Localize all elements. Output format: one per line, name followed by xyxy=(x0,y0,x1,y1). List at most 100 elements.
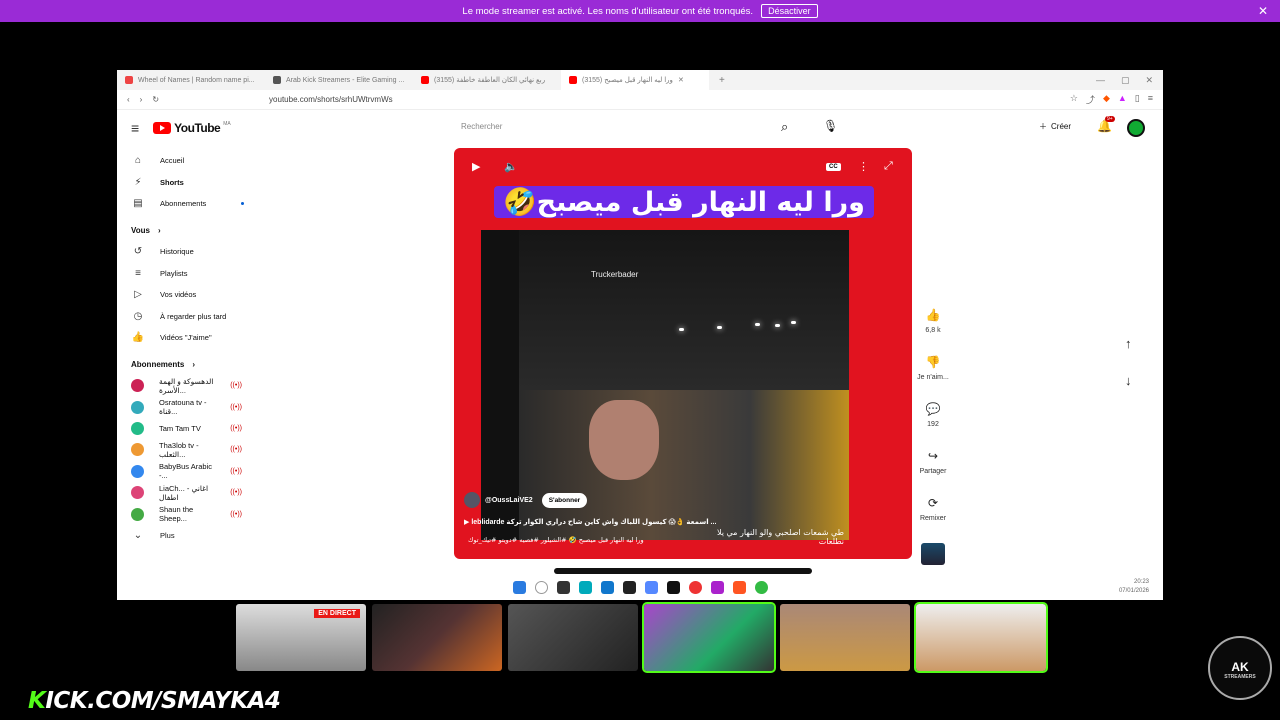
video-watermark: Truckerbader xyxy=(591,270,639,279)
comments-button[interactable]: 💬 192 xyxy=(913,402,953,449)
subscriptions-icon: ▤ xyxy=(133,197,143,209)
account-avatar[interactable] xyxy=(1127,119,1145,137)
channel-avatar[interactable] xyxy=(464,492,480,508)
tab-youtube-active[interactable]: (3155) ورا ليه النهار قبل ميصبح ✕ xyxy=(561,70,709,90)
reload-icon[interactable]: ↻ xyxy=(152,95,159,104)
url-field[interactable]: youtube.com/shorts/srhUWtrvmWs xyxy=(269,95,393,104)
chrome-icon[interactable] xyxy=(754,581,768,594)
sidebar-section-you[interactable]: Vous › xyxy=(117,220,317,241)
shorts-video-player[interactable]: ▶ 🔈 CC ⋮ ⤢ ورا ليه النهار قبل ميصبح🤣 Tru… xyxy=(454,148,912,559)
system-clock[interactable]: 20:23 07/01/2026 xyxy=(1119,578,1149,596)
arrow-up-icon[interactable]: ↑ xyxy=(1125,336,1132,351)
brave-icon[interactable] xyxy=(732,581,746,594)
sidebar-item-liked-videos[interactable]: 👍 Vidéos "J'aime" xyxy=(117,327,317,348)
tab-title: Wheel of Names | Random name pi... xyxy=(138,76,255,84)
close-icon[interactable]: ✕ xyxy=(1258,4,1268,18)
fullscreen-icon[interactable]: ⤢ xyxy=(884,160,893,173)
tab-arab-kick[interactable]: Arab Kick Streamers - Elite Gaming ... xyxy=(265,70,413,90)
subscription-item[interactable]: Shaun the Sheep... ((•)) xyxy=(117,503,317,524)
kick-channel-url: KICK.COM/SMAYKA4 xyxy=(28,688,281,714)
subscription-item[interactable]: Tam Tam TV ((•)) xyxy=(117,418,317,439)
terminal-icon[interactable] xyxy=(666,581,680,594)
subscription-item[interactable]: BabyBus Arabic -... ((•)) xyxy=(117,461,317,482)
history-icon: ↺ xyxy=(133,246,143,258)
video-song[interactable]: ورا ليه النهار قبل ميصبح 🤣 #الشيلور #فصي… xyxy=(468,536,644,544)
your-videos-icon: ▷ xyxy=(134,289,142,301)
dislike-label: Je n'aim... xyxy=(917,374,949,381)
app-icon[interactable] xyxy=(622,581,636,594)
sound-thumbnail[interactable] xyxy=(921,543,945,565)
search-icon[interactable] xyxy=(534,581,548,594)
play-icon[interactable]: ▶ xyxy=(472,160,480,173)
subscription-item[interactable]: Osratouna tv - قناة... ((•)) xyxy=(117,397,317,418)
volume-icon[interactable]: 🔈 xyxy=(504,160,518,173)
channel-handle[interactable]: @OussLaiVE2 xyxy=(485,497,533,504)
sidebar-item-playlists[interactable]: ≡ Playlists xyxy=(117,263,317,284)
plus-icon: ＋ xyxy=(1039,122,1047,131)
forward-icon[interactable]: › xyxy=(140,95,143,104)
sidebar-item-shorts[interactable]: ⚡ Shorts xyxy=(117,171,317,192)
subscribe-button[interactable]: S'abonner xyxy=(541,492,588,508)
home-icon: ⌂ xyxy=(134,155,142,167)
sidebar-item-history[interactable]: ↺ Historique xyxy=(117,241,317,262)
maximize-icon[interactable]: ▢ xyxy=(1121,75,1130,86)
subscription-item[interactable]: LiaCh... - اغاني اطفال ((•)) xyxy=(117,482,317,503)
remix-button[interactable]: ⟳ Remixer xyxy=(913,496,953,543)
tab-close-icon[interactable]: ✕ xyxy=(678,76,684,84)
start-icon[interactable] xyxy=(512,581,526,594)
new-tab-icon[interactable]: + xyxy=(709,75,735,86)
dislike-button[interactable]: 👎 Je n'aim... xyxy=(913,355,953,402)
subscription-item[interactable]: Tha3lob tv - الثعلب... ((•)) xyxy=(117,439,317,460)
disable-streamer-mode-button[interactable]: Désactiver xyxy=(761,4,818,18)
youtube-logo[interactable]: YouTube MA xyxy=(153,121,231,135)
sidebar-item-subscriptions[interactable]: ▤ Abonnements xyxy=(117,193,317,214)
search-input[interactable]: Rechercher xyxy=(461,122,502,131)
share-button[interactable]: ↪ Partager xyxy=(913,449,953,496)
tab-youtube-1[interactable]: (3155) ربع نهائي الكان العاطفة خاطفة xyxy=(413,70,561,90)
sidebar-item-more[interactable]: ⌄ Plus xyxy=(117,525,317,546)
like-button[interactable]: 👍 6,8 k xyxy=(913,308,953,355)
youtube-favicon-icon xyxy=(569,76,577,84)
channel-avatar xyxy=(131,379,144,393)
sidebar-section-subscriptions[interactable]: Abonnements › xyxy=(117,354,317,375)
channel-avatar xyxy=(131,486,144,500)
channel-avatar xyxy=(131,507,144,521)
captions-icon[interactable]: CC xyxy=(826,163,841,171)
tab-wheel-of-names[interactable]: Wheel of Names | Random name pi... xyxy=(117,70,265,90)
task-view-icon[interactable] xyxy=(556,581,570,594)
search-icon[interactable]: ⌕ xyxy=(781,119,788,135)
edge-icon[interactable] xyxy=(578,581,592,594)
bookmark-icon[interactable]: ☆ xyxy=(1070,93,1078,106)
more-options-icon[interactable]: ⋮ xyxy=(858,160,869,173)
hamburger-menu-icon[interactable]: ≡ xyxy=(131,120,139,136)
arrow-down-icon[interactable]: ↓ xyxy=(1125,373,1132,388)
next-short-preview[interactable] xyxy=(554,568,812,574)
window-close-icon[interactable]: ✕ xyxy=(1145,75,1153,86)
menu-icon[interactable]: ≡ xyxy=(1148,93,1153,106)
subscription-item[interactable]: الدهسوكة و الهمة الأسرة... ((•)) xyxy=(117,375,317,396)
app-icon[interactable] xyxy=(710,581,724,594)
sidebar-item-your-videos[interactable]: ▷ Vos vidéos xyxy=(117,284,317,305)
store-icon[interactable] xyxy=(600,581,614,594)
channel-name: الدهسوكة و الهمة الأسرة... xyxy=(159,376,214,395)
discord-icon[interactable] xyxy=(644,581,658,594)
ak-streamers-logo: AK STREAMERS xyxy=(1208,636,1272,700)
video-description[interactable]: ▶ leblidarde اسمعة 👌😱 كيسول اللباك واش ك… xyxy=(464,518,716,526)
chrome-icon[interactable] xyxy=(688,581,702,594)
kick-favicon-icon xyxy=(273,76,281,84)
channel-name: LiaCh... - اغاني اطفال xyxy=(159,483,209,502)
sidebar-item-watch-later[interactable]: ◷ À regarder plus tard xyxy=(117,305,317,326)
video-title-overlay: ورا ليه النهار قبل ميصبح🤣 xyxy=(494,186,874,218)
back-icon[interactable]: ‹ xyxy=(127,95,130,104)
rewards-icon[interactable]: ▲ xyxy=(1118,93,1127,106)
brave-shield-icon[interactable]: ◆ xyxy=(1103,93,1110,106)
notifications-button[interactable]: 🔔 9+ xyxy=(1097,116,1115,133)
share-icon[interactable]: ⤴ xyxy=(1086,93,1095,106)
sidebar-item-home[interactable]: ⌂ Accueil xyxy=(117,150,317,171)
minimize-icon[interactable]: — xyxy=(1096,75,1105,86)
create-button[interactable]: ＋ Créer xyxy=(1039,121,1071,132)
thumbs-up-icon: 👍 xyxy=(131,331,145,343)
channel-info: @OussLaiVE2 S'abonner xyxy=(464,492,588,508)
microphone-icon[interactable]: 🎙 xyxy=(823,119,838,133)
sidebar-icon[interactable]: ▯ xyxy=(1135,93,1140,106)
